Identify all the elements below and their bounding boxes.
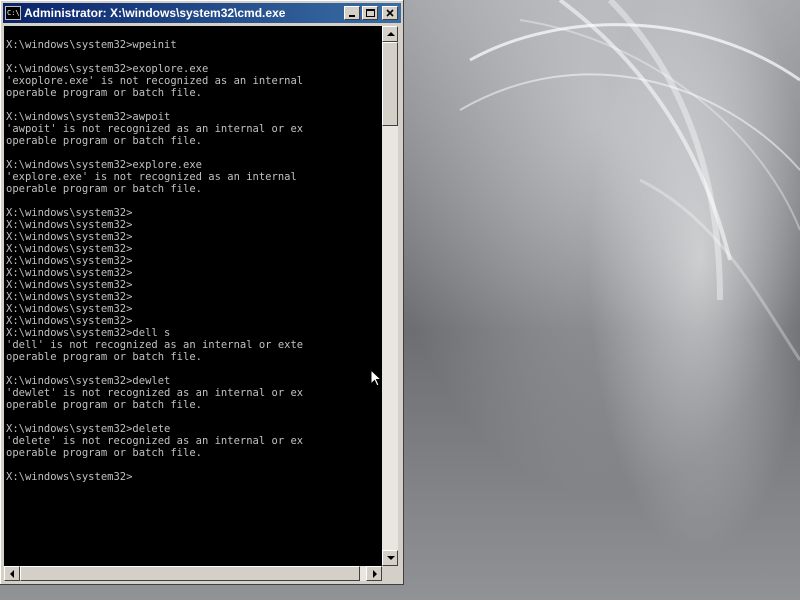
console-line: operable program or batch file.: [6, 399, 202, 411]
console-line: X:\windows\system32>: [6, 291, 133, 303]
console-line: operable program or batch file.: [6, 351, 202, 363]
console-line: X:\windows\system32>wpeinit: [6, 39, 177, 51]
console-line: 'delete' is not recognized as an interna…: [6, 435, 304, 447]
horizontal-scrollbar[interactable]: [4, 566, 382, 581]
console-line: 'awpoit' is not recognized as an interna…: [6, 123, 304, 135]
vertical-scrollbar[interactable]: [382, 26, 398, 566]
console-line: X:\windows\system32>dell s: [6, 327, 171, 339]
resize-grip[interactable]: [382, 566, 398, 581]
console-line: X:\windows\system32>: [6, 279, 133, 291]
console-line: X:\windows\system32>explore.exe: [6, 159, 202, 171]
console-line: 'exoplore.exe' is not recognized as an i…: [6, 75, 304, 87]
scroll-down-arrow-icon: [387, 556, 395, 560]
scroll-right-arrow-icon: [373, 570, 377, 578]
console-line: X:\windows\system32>delete: [6, 423, 171, 435]
console-output-area[interactable]: X:\windows\system32>wpeinit X:\windows\s…: [4, 26, 382, 566]
console-line: 'dell' is not recognized as an internal …: [6, 339, 304, 351]
console-line: X:\windows\system32>: [6, 219, 133, 231]
console-line: X:\windows\system32>: [6, 303, 133, 315]
console-line: X:\windows\system32>awpoit: [6, 111, 171, 123]
minimize-icon: [349, 15, 355, 17]
console-line: X:\windows\system32>: [6, 267, 133, 279]
console-line: X:\windows\system32>: [6, 255, 133, 267]
cmd-window-icon[interactable]: C:\.: [5, 6, 21, 20]
scroll-down-button[interactable]: [382, 550, 398, 566]
console-line: 'explore.exe' is not recognized as an in…: [6, 171, 297, 183]
console-line: X:\windows\system32>: [6, 243, 133, 255]
console-line: X:\windows\system32>: [6, 231, 133, 243]
title-bar[interactable]: C:\. Administrator: X:\windows\system32\…: [3, 3, 401, 23]
scroll-up-button[interactable]: [382, 26, 398, 42]
console-line: X:\windows\system32>: [6, 315, 133, 327]
window-title: Administrator: X:\windows\system32\cmd.e…: [24, 6, 286, 20]
horizontal-scroll-thumb[interactable]: [20, 566, 360, 581]
console-line: 'dewlet' is not recognized as an interna…: [6, 387, 304, 399]
console-line: operable program or batch file.: [6, 87, 202, 99]
scroll-left-button[interactable]: [4, 566, 20, 581]
console-line: operable program or batch file.: [6, 447, 202, 459]
console-line: X:\windows\system32>dewlet: [6, 375, 171, 387]
console-line: X:\windows\system32>: [6, 207, 133, 219]
maximize-button[interactable]: [362, 6, 378, 20]
console-line: X:\windows\system32>: [6, 471, 133, 483]
console-text: X:\windows\system32>wpeinit X:\windows\s…: [4, 26, 382, 483]
close-button[interactable]: [382, 6, 398, 20]
minimize-button[interactable]: [344, 6, 360, 20]
vertical-scroll-thumb[interactable]: [382, 42, 398, 126]
close-icon: [386, 9, 394, 17]
scroll-right-button[interactable]: [366, 566, 382, 581]
console-line: operable program or batch file.: [6, 135, 202, 147]
maximize-icon: [366, 9, 375, 17]
mouse-pointer-icon: [370, 369, 383, 387]
scroll-up-arrow-icon: [387, 32, 395, 36]
scroll-left-arrow-icon: [10, 570, 14, 578]
console-line: operable program or batch file.: [6, 183, 202, 195]
cmd-window[interactable]: C:\. Administrator: X:\windows\system32\…: [0, 0, 404, 585]
console-line: X:\windows\system32>exoplore.exe: [6, 63, 209, 75]
